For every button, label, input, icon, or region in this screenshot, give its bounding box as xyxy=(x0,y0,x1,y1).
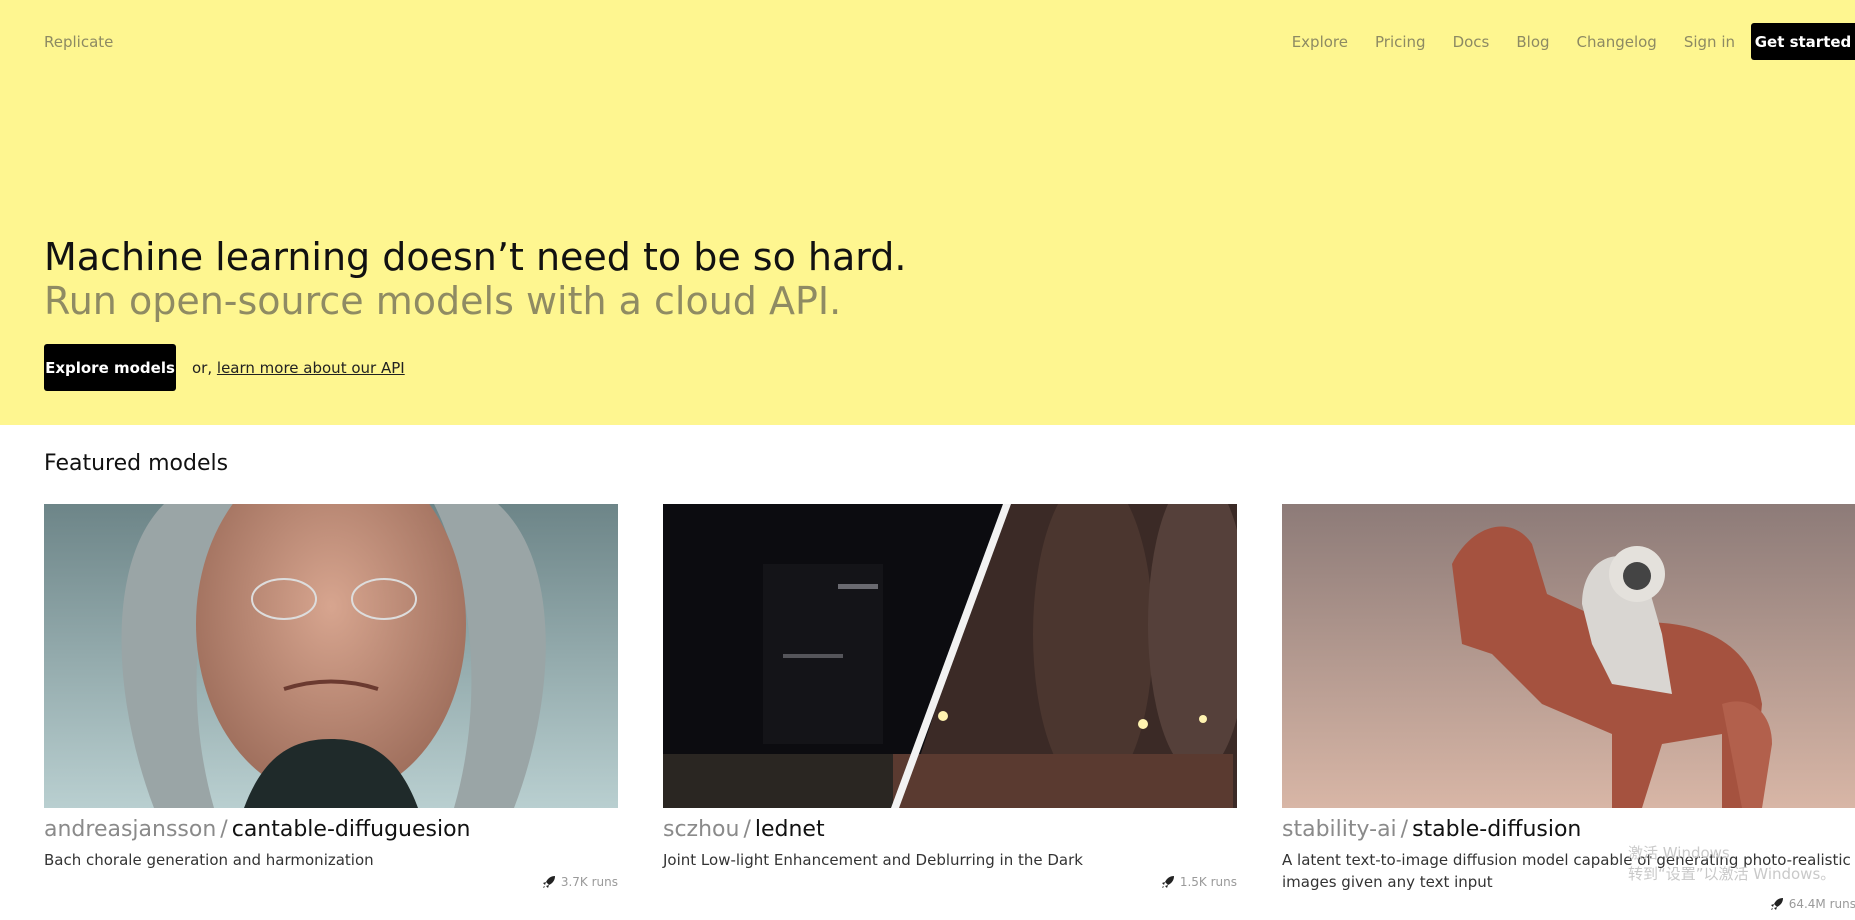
nav-blog[interactable]: Blog xyxy=(1516,33,1549,51)
api-line: or, learn more about our API xyxy=(192,359,405,377)
model-title[interactable]: sczhou / lednet xyxy=(663,816,1237,844)
learn-api-link[interactable]: learn more about our API xyxy=(217,359,405,377)
nav-explore[interactable]: Explore xyxy=(1292,33,1348,51)
api-prefix: or, xyxy=(192,359,213,377)
run-count-text: 3.7K runs xyxy=(560,875,618,889)
run-count: 3.7K runs xyxy=(542,875,618,889)
slash-separator: / xyxy=(743,817,751,842)
run-count: 64.4M runs xyxy=(1770,897,1855,911)
model-owner: sczhou xyxy=(663,817,740,842)
model-card[interactable]: andreasjansson / cantable-diffuguesion Bac… xyxy=(44,504,618,889)
slash-separator: / xyxy=(1400,817,1409,842)
portrait-image xyxy=(44,504,618,808)
explore-models-button[interactable]: Explore models xyxy=(44,344,176,391)
model-description: Bach chorale generation and harmonizatio… xyxy=(44,851,374,869)
model-description: Joint Low-light Enhancement and Deblurri… xyxy=(663,851,1083,869)
nav-docs[interactable]: Docs xyxy=(1453,33,1490,51)
run-count: 1.5K runs xyxy=(1161,875,1237,889)
model-thumbnail[interactable] xyxy=(663,504,1237,808)
nav-changelog[interactable]: Changelog xyxy=(1577,33,1657,51)
run-count-text: 1.5K runs xyxy=(1179,875,1237,889)
top-nav: Explore Pricing Docs Blog Changelog Sign… xyxy=(1292,23,1855,60)
model-owner: stability-ai xyxy=(1282,817,1397,842)
night-street-image xyxy=(663,504,1237,808)
brand-logo[interactable]: Replicate xyxy=(44,33,113,51)
model-thumbnail[interactable] xyxy=(1282,504,1855,808)
rocket-icon xyxy=(1770,898,1783,910)
get-started-button[interactable]: Get started xyxy=(1751,23,1855,60)
hero-section: Replicate Explore Pricing Docs Blog Chan… xyxy=(0,0,1855,425)
rocket-icon xyxy=(1161,876,1174,888)
rocket-icon xyxy=(542,876,555,888)
hero-headline: Machine learning doesn’t need to be so h… xyxy=(44,235,907,279)
model-thumbnail[interactable] xyxy=(44,504,618,808)
slash-separator: / xyxy=(220,817,228,842)
watermark-line-2: 转到“设置”以激活 Windows。 xyxy=(1628,865,1836,883)
nav-sign-in[interactable]: Sign in xyxy=(1684,33,1735,51)
astronaut-horse-image xyxy=(1282,504,1855,808)
model-name: cantable-diffuguesion xyxy=(231,817,471,842)
run-count-text: 64.4M runs xyxy=(1788,897,1855,911)
model-name: lednet xyxy=(754,817,825,842)
model-card[interactable]: stability-ai / stable-diffusion A latent t… xyxy=(1282,504,1855,911)
model-title[interactable]: stability-ai / stable-diffusion xyxy=(1282,816,1855,844)
nav-pricing[interactable]: Pricing xyxy=(1375,33,1426,51)
windows-activation-watermark: 激活 Windows 转到“设置”以激活 Windows。 xyxy=(1628,843,1835,885)
model-card[interactable]: sczhou / lednet Joint Low-light Enhancemen… xyxy=(663,504,1237,889)
watermark-line-1: 激活 Windows xyxy=(1628,844,1730,862)
featured-models-heading: Featured models xyxy=(44,451,229,476)
hero-subheadline: Run open-source models with a cloud API. xyxy=(44,279,842,323)
model-owner: andreasjansson xyxy=(44,817,217,842)
model-title[interactable]: andreasjansson / cantable-diffuguesion xyxy=(44,816,618,844)
model-name: stable-diffusion xyxy=(1412,817,1582,842)
